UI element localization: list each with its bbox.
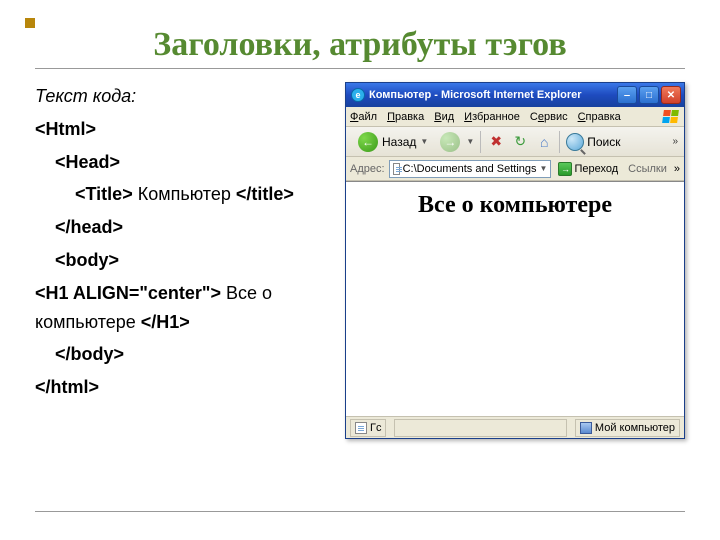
code-line: <body>: [35, 246, 337, 275]
address-input[interactable]: C:\Documents and Settings ▼: [389, 160, 552, 178]
home-button[interactable]: ⌂: [535, 133, 553, 151]
menu-tools[interactable]: Сервис: [530, 111, 568, 123]
refresh-button[interactable]: ↻: [511, 133, 529, 151]
code-line: <H1 ALIGN="center"> Все о компьютере </H…: [35, 279, 337, 337]
chevron-down-icon: ▼: [420, 137, 428, 146]
separator: [480, 131, 481, 153]
minimize-button[interactable]: ‒: [617, 86, 637, 104]
page-viewport: Все о компьютере: [346, 181, 684, 416]
address-label: Адрес:: [350, 163, 385, 175]
code-line: <Head>: [35, 148, 337, 177]
stop-button[interactable]: ✖: [487, 133, 505, 151]
code-line: <Title> Компьютер </title>: [35, 180, 337, 209]
titlebar: e Компьютер - Microsoft Internet Explore…: [346, 83, 684, 107]
go-arrow-icon: →: [558, 162, 572, 176]
code-line: <Html>: [35, 115, 337, 144]
toolbar-overflow-icon[interactable]: »: [672, 136, 678, 147]
forward-button[interactable]: →: [440, 132, 460, 152]
menu-help[interactable]: Справка: [578, 111, 621, 123]
code-line: </head>: [35, 213, 337, 242]
menu-edit[interactable]: Правка: [387, 111, 424, 123]
go-button[interactable]: → Переход: [555, 161, 621, 177]
slide-corner-decoration: [25, 18, 35, 28]
status-zone: Мой компьютер: [575, 419, 680, 437]
slide-title: Заголовки, атрибуты тэгов: [35, 26, 685, 64]
toolbar: ← Назад ▼ → ▼ ✖ ↻ ⌂ Поиск »: [346, 127, 684, 157]
page-heading: Все о компьютере: [356, 192, 674, 219]
computer-icon: [580, 422, 592, 434]
code-line: </body>: [35, 340, 337, 369]
status-spacer: [394, 419, 566, 437]
search-label: Поиск: [587, 135, 620, 149]
menu-view[interactable]: Вид: [434, 111, 454, 123]
chevron-down-icon[interactable]: ▼: [540, 164, 548, 173]
chevron-down-icon: ▼: [466, 137, 474, 146]
menubar: Файл Правка Вид Избранное Сервис Справка: [346, 107, 684, 127]
window-title: Компьютер - Microsoft Internet Explorer: [369, 89, 613, 101]
search-button[interactable]: Поиск: [566, 133, 620, 151]
links-label[interactable]: Ссылки: [625, 163, 670, 175]
back-arrow-icon: ←: [358, 132, 378, 152]
menu-favorites[interactable]: Избранное: [464, 111, 520, 123]
page-icon: [355, 422, 367, 434]
code-column: Текст кода: <Html> <Head> <Title> Компью…: [35, 82, 337, 439]
page-icon: [393, 163, 400, 175]
divider-top: [35, 68, 685, 69]
back-label: Назад: [382, 135, 416, 149]
ie-logo-icon: e: [351, 88, 365, 102]
code-label: Текст кода:: [35, 82, 337, 111]
address-value: C:\Documents and Settings: [403, 163, 537, 175]
code-line: </html>: [35, 373, 337, 402]
status-left-text: Гс: [370, 422, 381, 434]
close-button[interactable]: ✕: [661, 86, 681, 104]
maximize-button[interactable]: □: [639, 86, 659, 104]
search-icon: [566, 133, 584, 151]
status-left: Гс: [350, 419, 386, 437]
go-label: Переход: [574, 163, 618, 175]
address-bar: Адрес: C:\Documents and Settings ▼ → Пер…: [346, 157, 684, 181]
windows-logo-icon: [660, 108, 680, 126]
ie-window: e Компьютер - Microsoft Internet Explore…: [345, 82, 685, 439]
statusbar: Гс Мой компьютер: [346, 416, 684, 438]
addr-overflow-icon[interactable]: »: [674, 163, 680, 175]
separator: [559, 131, 560, 153]
status-zone-text: Мой компьютер: [595, 422, 675, 434]
divider-bottom: [35, 511, 685, 512]
back-button[interactable]: ← Назад ▼: [352, 130, 434, 154]
menu-file[interactable]: Файл: [350, 111, 377, 123]
